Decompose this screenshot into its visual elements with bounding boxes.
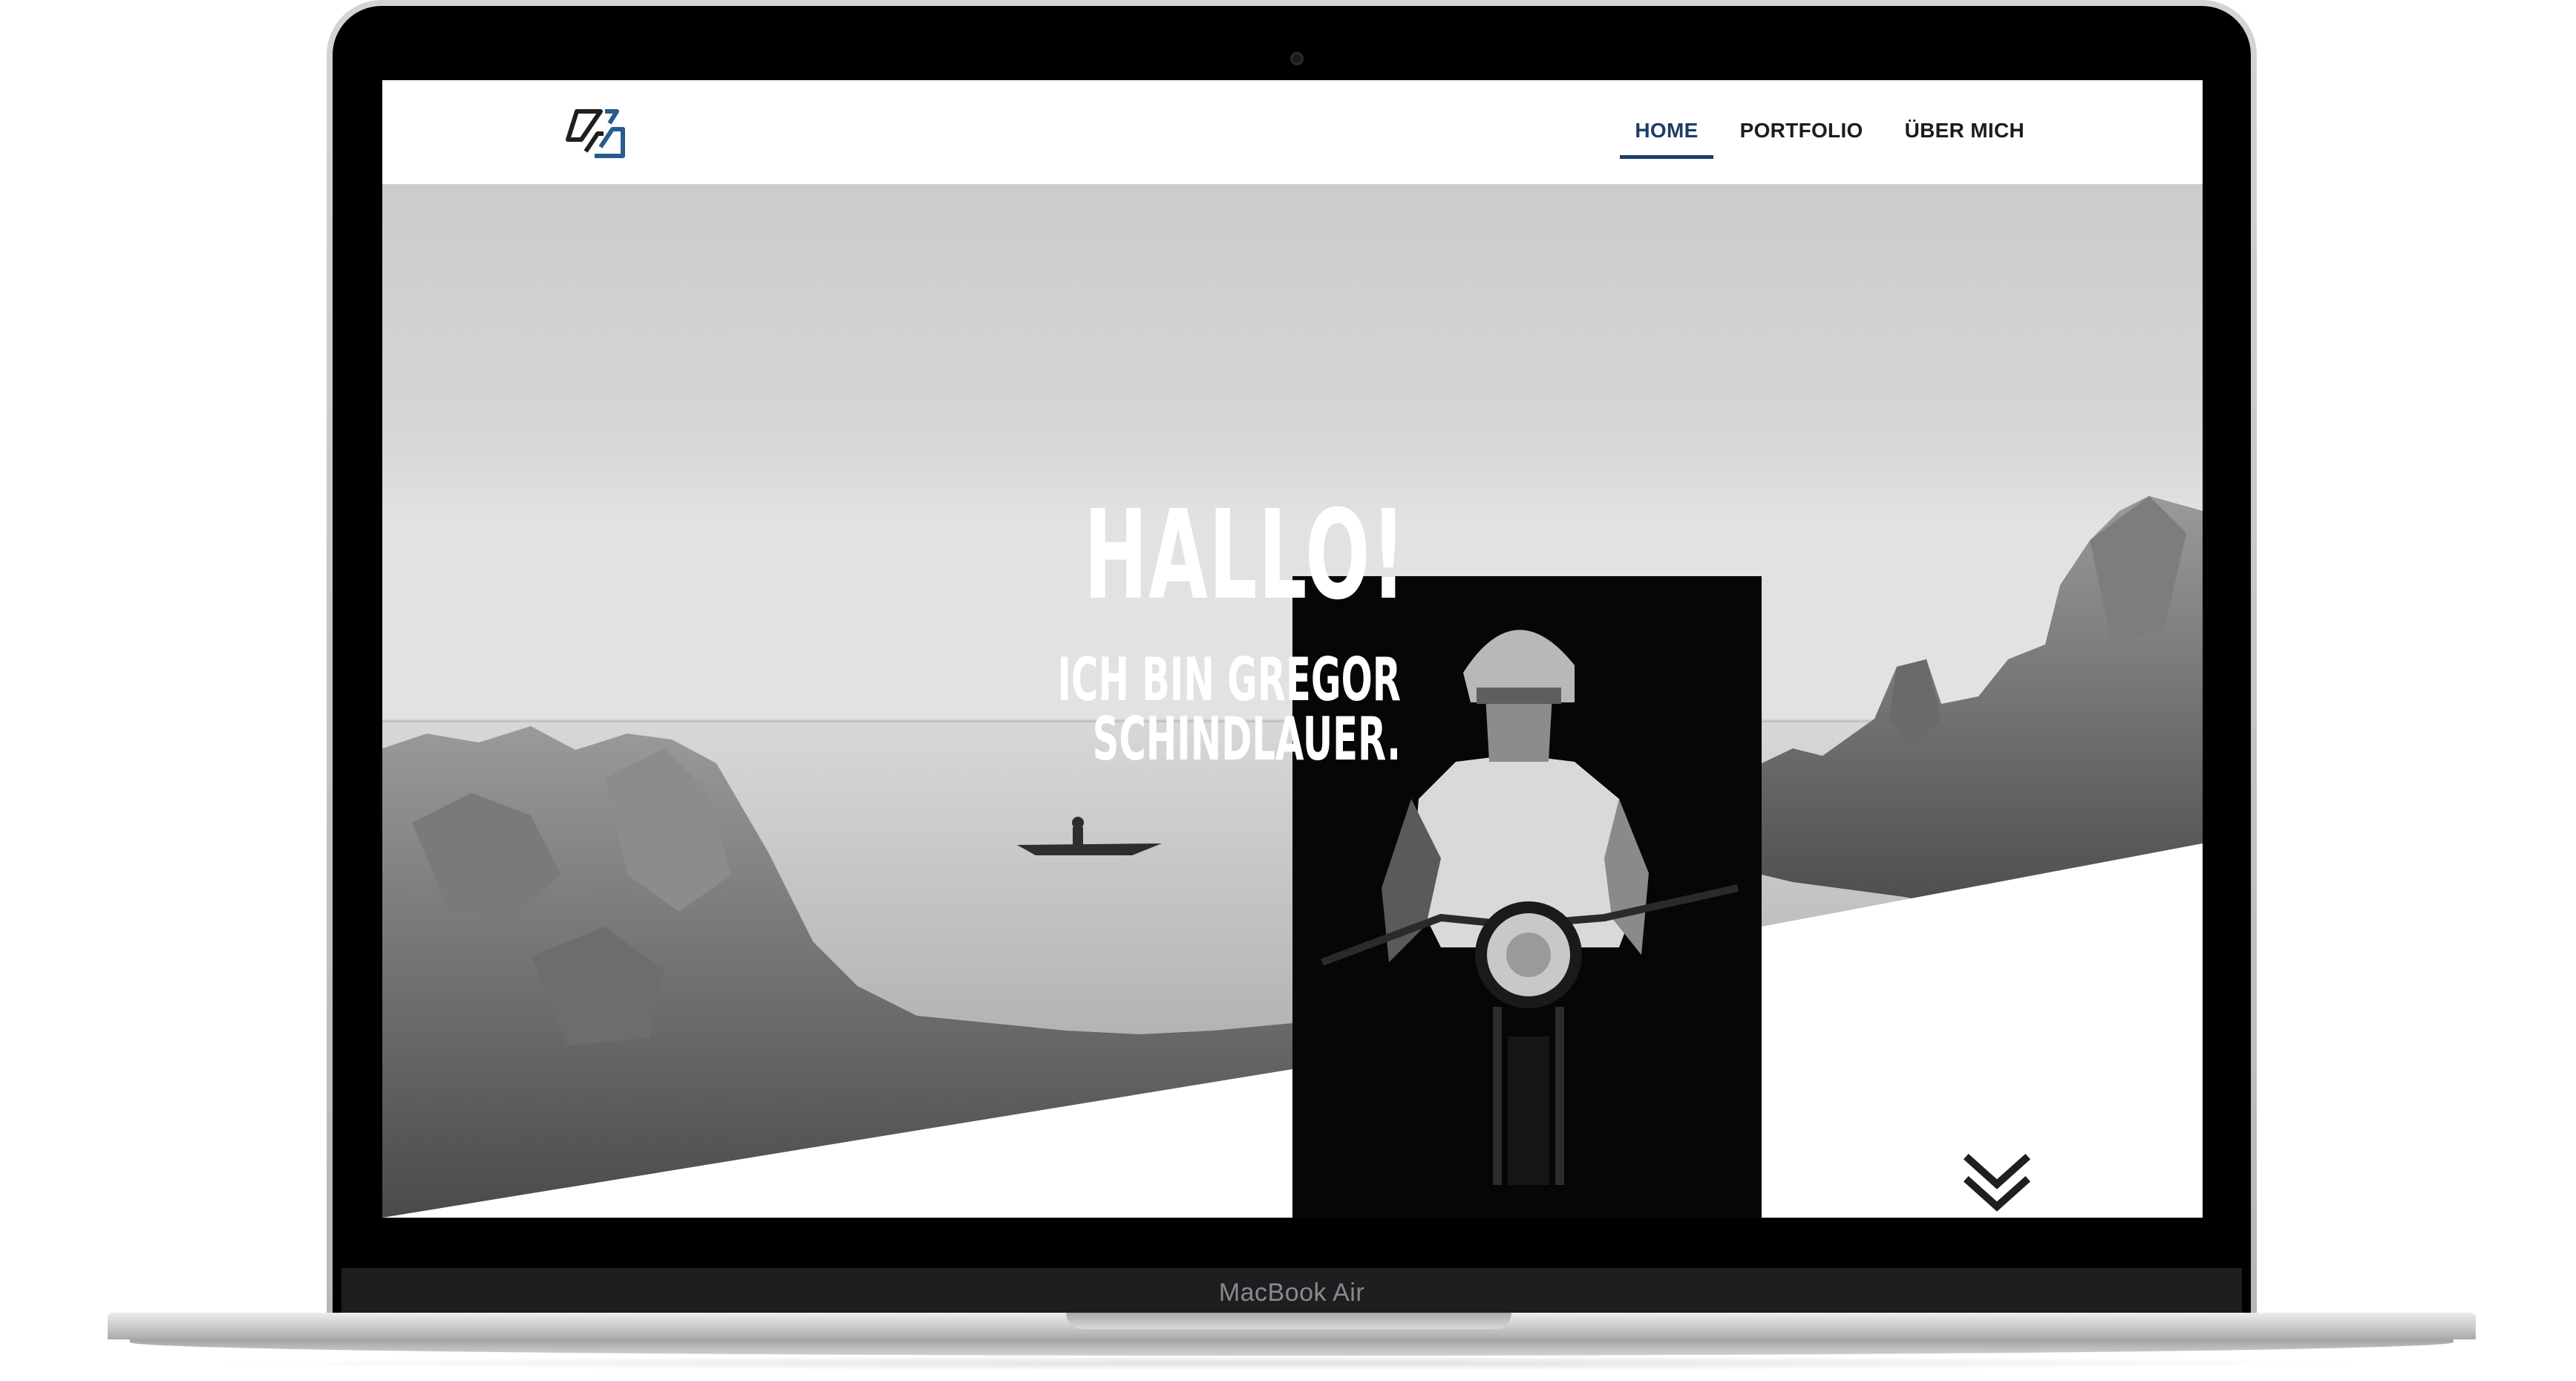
main-nav: HOME PORTFOLIO ÜBER MICH (1620, 119, 2024, 159)
nav-item-ueber-mich[interactable]: ÜBER MICH (1905, 119, 2024, 143)
hero-title: HALLO! (1083, 484, 1407, 627)
hero-subtitle: ICH BIN GREGOR SCHINDLAUER. (1057, 645, 1401, 774)
device-label: MacBook Air (1218, 1279, 1365, 1307)
laptop-base-edge (130, 1339, 2454, 1356)
laptop-floor-shadow (193, 1356, 2383, 1371)
laptop-mockup: MacBook Air HOME PORTFOLIO ÜBER MICH HAL… (0, 0, 2576, 1381)
browser-viewport: HOME PORTFOLIO ÜBER MICH HALLO! ICH BIN … (382, 80, 2203, 1218)
laptop-opening-notch (1066, 1313, 1511, 1329)
nav-item-home[interactable]: HOME (1620, 119, 1713, 159)
camera-icon (1290, 52, 1304, 65)
nav-item-portfolio[interactable]: PORTFOLIO (1740, 119, 1863, 143)
site-header: HOME PORTFOLIO ÜBER MICH (382, 80, 2203, 184)
hero-section: HALLO! ICH BIN GREGOR SCHINDLAUER. (382, 184, 2203, 1218)
logo-monogram-icon[interactable] (560, 107, 629, 160)
double-chevron-down-icon[interactable] (1960, 1146, 2034, 1218)
